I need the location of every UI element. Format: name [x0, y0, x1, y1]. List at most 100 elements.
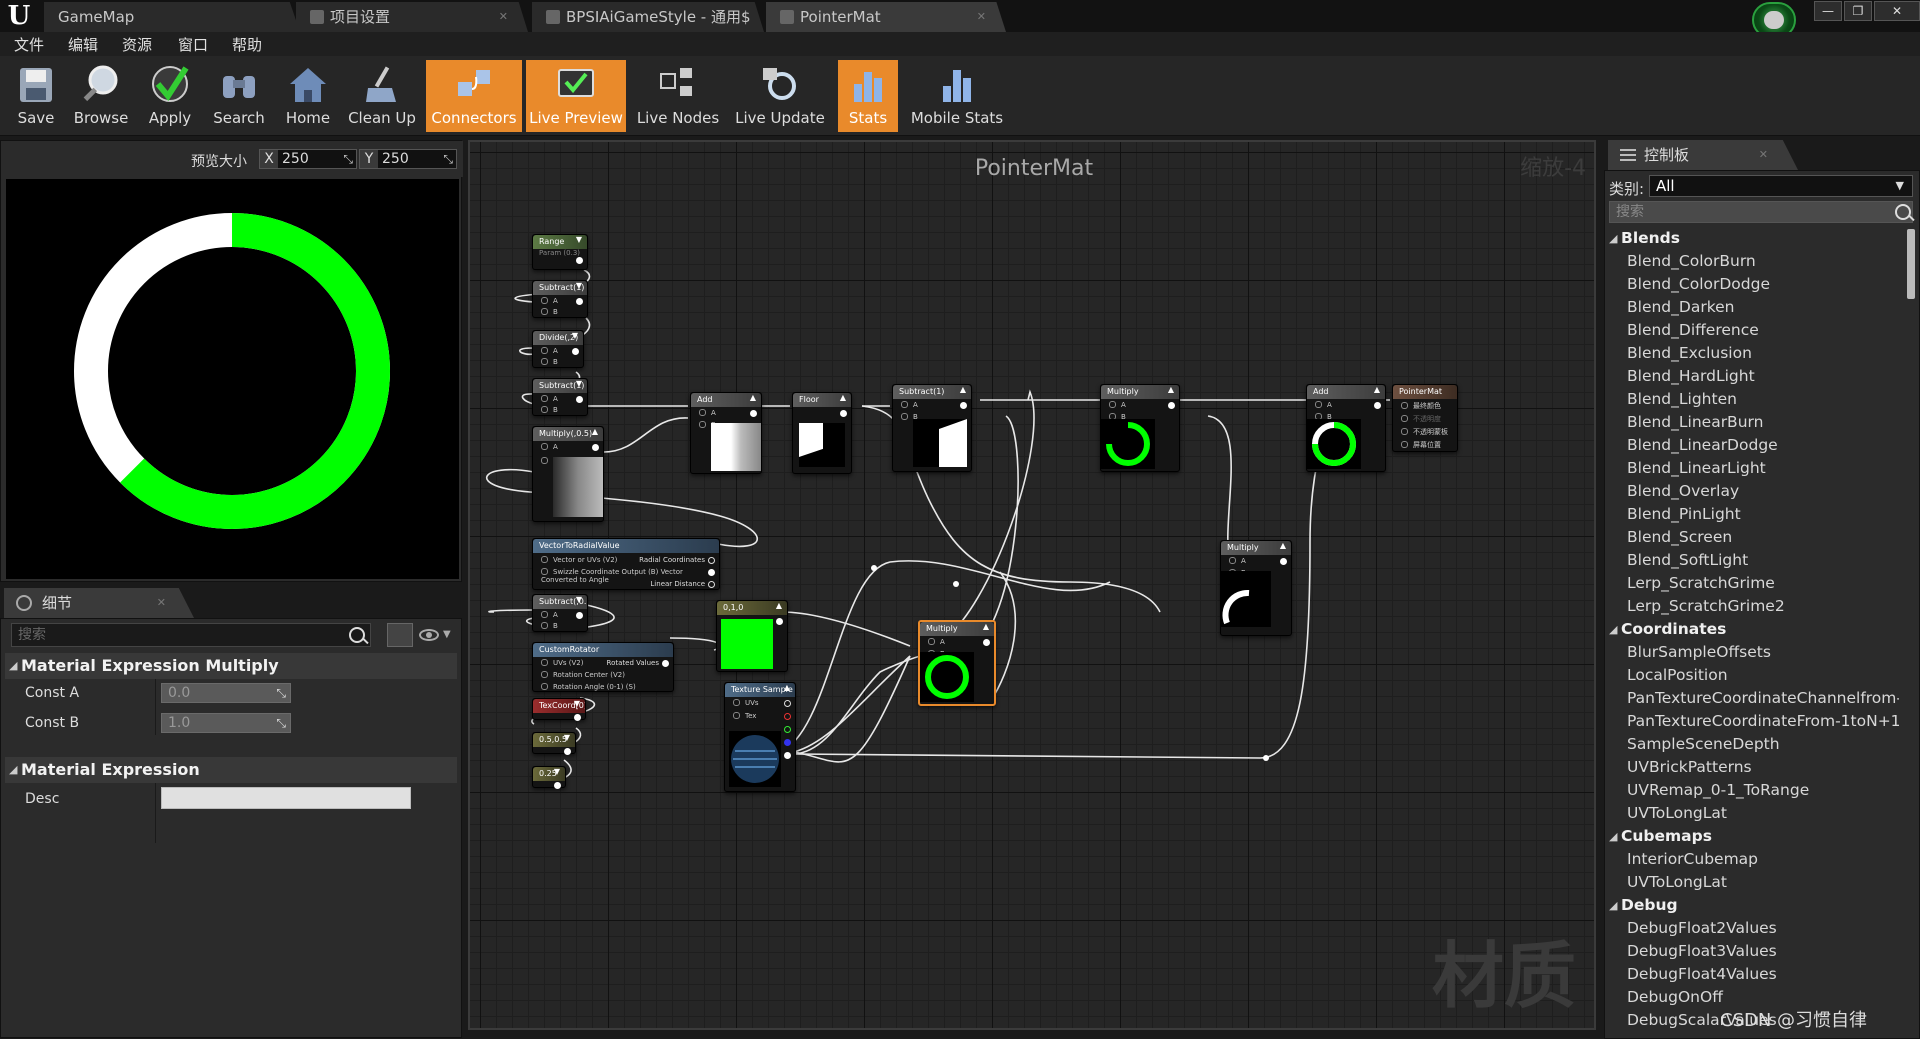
palette-tab[interactable]: 控制板 ✕: [1608, 140, 1798, 170]
clean-up-button[interactable]: Clean Up: [344, 60, 420, 132]
node-subtract-05[interactable]: Subtract(,0.5)▼ A B: [532, 594, 588, 632]
home-button[interactable]: Home: [278, 60, 338, 132]
palette-item[interactable]: Blend_LinearDodge: [1609, 434, 1899, 457]
node-constant-05[interactable]: 0.5,0.5 ▼: [532, 732, 576, 755]
palette-item[interactable]: UVBrickPatterns: [1609, 756, 1899, 779]
palette-item[interactable]: DebugFloat3Values: [1609, 940, 1899, 963]
close-icon[interactable]: ✕: [157, 588, 166, 618]
node-subtract-1[interactable]: Subtract(1) ▼ A B: [532, 280, 588, 318]
input-pin-opacity[interactable]: 不透明度: [1401, 414, 1441, 424]
output-pin[interactable]: [960, 402, 967, 409]
menu-help[interactable]: 帮助: [232, 34, 262, 55]
node-subtract-1b[interactable]: Subtract(1) ▼ A B: [532, 378, 588, 416]
menu-edit[interactable]: 编辑: [68, 34, 98, 55]
close-icon[interactable]: ✕: [499, 2, 508, 32]
const-b-input[interactable]: 1.0 ⤡: [161, 713, 291, 733]
output-pin[interactable]: [662, 660, 669, 667]
preview-x-input[interactable]: X 250 ⤡: [259, 149, 357, 169]
palette-item[interactable]: SampleSceneDepth: [1609, 733, 1899, 756]
palette-item[interactable]: DebugFloat4Values: [1609, 963, 1899, 986]
input-pin-a[interactable]: A: [541, 611, 558, 619]
live-update-button[interactable]: Live Update: [730, 60, 830, 132]
output-pin[interactable]: [576, 298, 583, 305]
input-pin-a[interactable]: A: [901, 401, 918, 409]
node-multiply-1[interactable]: Multiply ▲ A B: [1100, 384, 1180, 472]
palette-list[interactable]: ◢ Blends Blend_ColorBurn Blend_ColorDodge Bl…: [1609, 227, 1899, 1038]
input-pin-a[interactable]: A: [699, 409, 716, 417]
palette-item[interactable]: InteriorCubemap: [1609, 848, 1899, 871]
palette-item[interactable]: Blend_ColorBurn: [1609, 250, 1899, 273]
input-pin-a[interactable]: A: [1109, 401, 1126, 409]
close-window-icon[interactable]: ✕: [1874, 1, 1920, 21]
close-icon[interactable]: ✕: [977, 2, 986, 32]
output-pin[interactable]: [576, 257, 583, 264]
palette-item[interactable]: Blend_Lighten: [1609, 388, 1899, 411]
palette-item[interactable]: DebugFloat2Values: [1609, 917, 1899, 940]
input-pin-tex[interactable]: Tex: [733, 712, 756, 720]
palette-item[interactable]: Blend_Difference: [1609, 319, 1899, 342]
output-pin-a[interactable]: [784, 752, 791, 759]
palette-item[interactable]: Blend_Screen: [1609, 526, 1899, 549]
palette-item[interactable]: Lerp_ScratchGrime: [1609, 572, 1899, 595]
input-pin-emissive[interactable]: 最终颜色: [1401, 401, 1441, 411]
details-search-input[interactable]: 搜索: [11, 623, 371, 647]
output-pin-r[interactable]: [784, 713, 791, 720]
node-result-pointermat[interactable]: PointerMat 最终颜色 不透明度 不透明蒙板 屏幕位置: [1392, 384, 1458, 452]
eye-icon[interactable]: [419, 629, 439, 641]
node-multiply-05[interactable]: Multiply(,0.5)▲ A B: [532, 426, 604, 522]
output-pin[interactable]: [576, 396, 583, 403]
preview-y-input[interactable]: Y 250 ⤡: [359, 149, 457, 169]
scrollbar-thumb[interactable]: [1907, 229, 1915, 299]
input-pin-screen-position[interactable]: 屏幕位置: [1401, 440, 1441, 450]
output-pin-g[interactable]: [784, 726, 791, 733]
palette-category[interactable]: ◢ Cubemaps: [1609, 825, 1899, 848]
palette-item[interactable]: Blend_Exclusion: [1609, 342, 1899, 365]
palette-item[interactable]: Blend_LinearBurn: [1609, 411, 1899, 434]
node-texcoord[interactable]: TexCoord[0] ▼: [532, 698, 586, 721]
input-pin-a[interactable]: A: [541, 347, 558, 355]
output-pin[interactable]: [1168, 402, 1175, 409]
palette-category[interactable]: ◢ Coordinates: [1609, 618, 1899, 641]
input-pin-a[interactable]: A: [1229, 557, 1246, 565]
category-select[interactable]: All ▼: [1649, 175, 1913, 197]
browse-button[interactable]: Browse: [68, 60, 134, 132]
palette-item[interactable]: Blend_HardLight: [1609, 365, 1899, 388]
output-pin[interactable]: [1280, 558, 1287, 565]
minimize-icon[interactable]: —: [1814, 1, 1842, 21]
output-pin[interactable]: [576, 612, 583, 619]
palette-item[interactable]: UVToLongLat: [1609, 802, 1899, 825]
input-pin-b[interactable]: B: [541, 622, 558, 630]
menu-file[interactable]: 文件: [14, 34, 44, 55]
grid-view-icon[interactable]: [387, 623, 413, 647]
output-pin[interactable]: [708, 569, 715, 576]
preview-viewport[interactable]: [6, 179, 459, 579]
live-preview-button[interactable]: Live Preview: [526, 60, 626, 132]
input-pin[interactable]: Vector or UVs (V2): [541, 556, 617, 564]
input-pin-b[interactable]: B: [541, 406, 558, 414]
palette-search-input[interactable]: 搜索: [1609, 201, 1913, 223]
output-pin[interactable]: [983, 639, 990, 646]
palette-item[interactable]: Blend_ColorDodge: [1609, 273, 1899, 296]
node-multiply-2-selected[interactable]: Multiply▲ A B: [918, 620, 996, 706]
output-pin[interactable]: [554, 782, 561, 789]
input-pin-b[interactable]: B: [541, 308, 558, 316]
connectors-button[interactable]: Connectors: [426, 60, 522, 132]
input-pin-a[interactable]: A: [928, 638, 945, 646]
input-pin-a[interactable]: A: [541, 443, 558, 451]
node-constant-025[interactable]: 0.25 ▼: [532, 766, 566, 789]
palette-category[interactable]: ◢ Debug: [1609, 894, 1899, 917]
palette-item[interactable]: UVToLongLat: [1609, 871, 1899, 894]
section-material-expression-multiply[interactable]: ◢ Material Expression Multiply: [5, 653, 457, 679]
output-pin[interactable]: [1374, 402, 1381, 409]
tab-project-settings[interactable]: 项目设置 ✕: [296, 2, 528, 32]
palette-item[interactable]: BlurSampleOffsets: [1609, 641, 1899, 664]
spin-icon[interactable]: ⤡: [343, 150, 353, 168]
output-pin[interactable]: [840, 410, 847, 417]
node-range-param[interactable]: Range ▼ Param (0.3): [532, 234, 588, 270]
save-button[interactable]: Save: [8, 60, 64, 132]
node-floor[interactable]: Floor ▲: [792, 392, 852, 474]
output-pin[interactable]: [708, 581, 715, 588]
tab-pointermat[interactable]: PointerMat ✕: [766, 2, 1006, 32]
node-add-1[interactable]: Add▲ A B: [690, 392, 762, 474]
input-pin[interactable]: Rotation Center (V2): [541, 671, 625, 679]
